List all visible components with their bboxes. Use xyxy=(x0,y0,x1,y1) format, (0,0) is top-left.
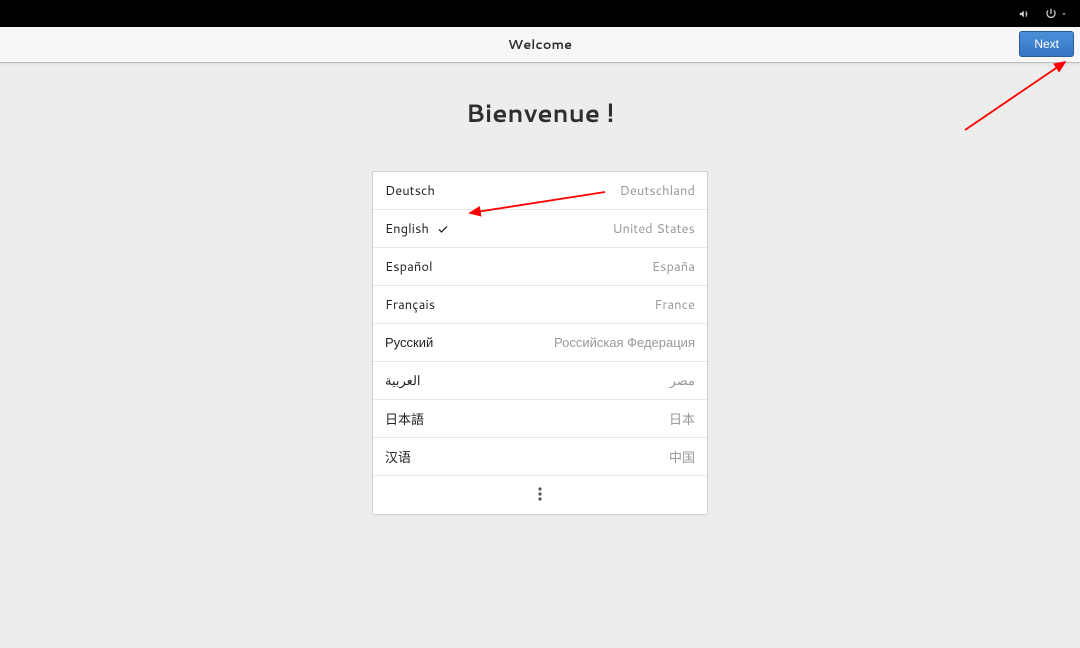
next-button[interactable]: Next xyxy=(1019,31,1074,57)
chevron-down-icon xyxy=(1060,10,1068,18)
power-icon[interactable] xyxy=(1044,7,1068,21)
language-name: English xyxy=(385,220,429,238)
language-row-francais[interactable]: Français France xyxy=(373,286,707,324)
language-row-english[interactable]: English United States xyxy=(373,210,707,248)
more-languages-button[interactable] xyxy=(373,476,707,514)
language-name: 日本語 xyxy=(385,409,424,429)
language-country: 中国 xyxy=(669,447,695,467)
header-bar: Welcome Next xyxy=(0,27,1080,63)
language-name: Deutsch xyxy=(385,182,435,200)
language-row-chinese[interactable]: 汉语 中国 xyxy=(373,438,707,476)
language-row-deutsch[interactable]: Deutsch Deutschland xyxy=(373,172,707,210)
language-name: 汉语 xyxy=(385,447,411,467)
language-country: España xyxy=(652,258,695,276)
language-name: Français xyxy=(385,296,435,314)
language-row-arabic[interactable]: العربية مصر xyxy=(373,362,707,400)
more-dots-icon xyxy=(538,484,542,507)
check-icon xyxy=(437,223,449,235)
language-name: العربية xyxy=(385,372,421,390)
language-row-japanese[interactable]: 日本語 日本 xyxy=(373,400,707,438)
language-country: Deutschland xyxy=(620,182,695,200)
language-name: Español xyxy=(385,258,433,276)
language-row-russian[interactable]: Русский Российская Федерация xyxy=(373,324,707,362)
welcome-heading: Bienvenue ! xyxy=(0,96,1080,131)
language-country: 日本 xyxy=(669,409,695,429)
language-country: Российская Федерация xyxy=(554,334,695,352)
system-top-bar xyxy=(0,0,1080,27)
language-list: Deutsch Deutschland English United State… xyxy=(372,171,708,515)
language-name: Русский xyxy=(385,334,433,352)
language-country: France xyxy=(654,296,695,314)
page-title: Welcome xyxy=(508,36,572,54)
language-country: United States xyxy=(612,220,695,238)
language-country: مصر xyxy=(670,372,695,390)
volume-icon[interactable] xyxy=(1018,7,1032,21)
language-row-espanol[interactable]: Español España xyxy=(373,248,707,286)
